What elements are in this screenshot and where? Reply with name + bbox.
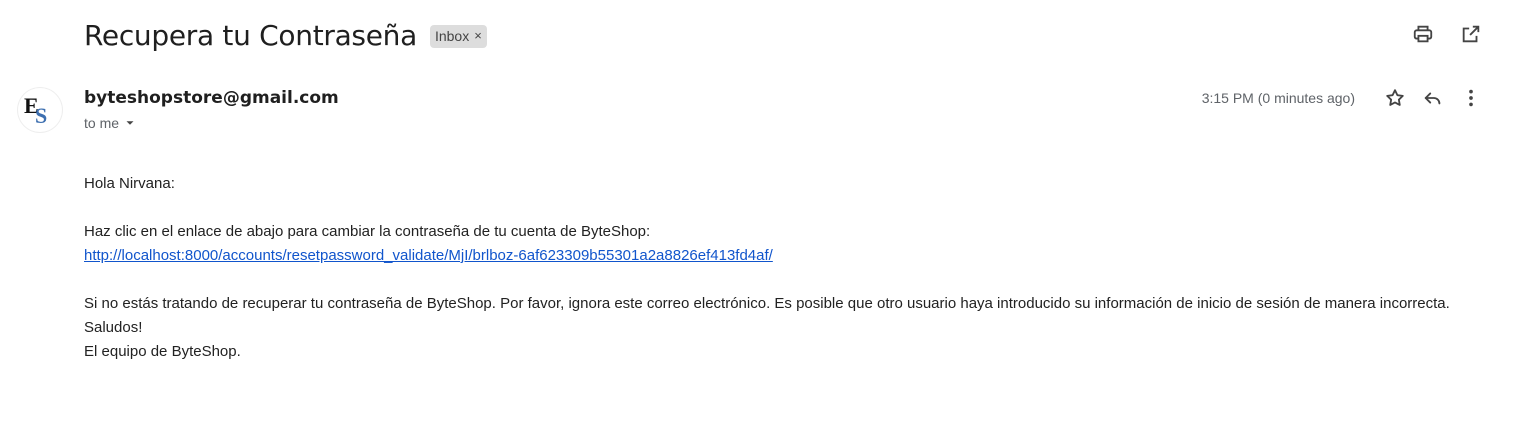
reset-password-link[interactable]: http://localhost:8000/accounts/resetpass… [84,247,773,264]
closing-text: Saludos! [84,319,143,336]
message-meta: 3:15 PM (0 minutes ago) [1202,86,1483,110]
greeting: Hola Nirvana: [84,175,175,192]
more-vertical-icon[interactable] [1459,86,1483,110]
email-subject: Recupera tu Contraseña [84,18,417,52]
inbox-label-chip[interactable]: Inbox × [429,24,487,48]
notice-text: Si no estás tratando de recuperar tu con… [84,295,1450,312]
print-icon[interactable] [1411,22,1435,46]
reply-icon[interactable] [1421,86,1445,110]
svg-text:S: S [35,103,47,128]
recipient-details-toggle[interactable]: to me [84,115,137,131]
subject-row: Recupera tu Contraseña Inbox × [84,16,487,54]
open-in-new-window-icon[interactable] [1459,22,1483,46]
instruction-text: Haz clic en el enlace de abajo para camb… [84,223,651,240]
timestamp: 3:15 PM (0 minutes ago) [1201,90,1355,106]
signature-text: El equipo de ByteShop. [84,343,241,360]
top-actions [1411,22,1483,46]
avatar[interactable]: E S [18,88,62,132]
recipient-text: to me [84,115,120,131]
email-body: Hola Nirvana: Haz clic en el enlace de a… [84,172,1494,364]
star-icon[interactable] [1383,86,1407,110]
remove-label-button[interactable]: × [474,28,482,43]
chevron-down-icon [126,121,134,125]
byteshop-logo: E S [24,93,47,128]
sender-email[interactable]: byteshopstore@gmail.com [84,88,339,108]
label-text: Inbox [434,27,470,44]
